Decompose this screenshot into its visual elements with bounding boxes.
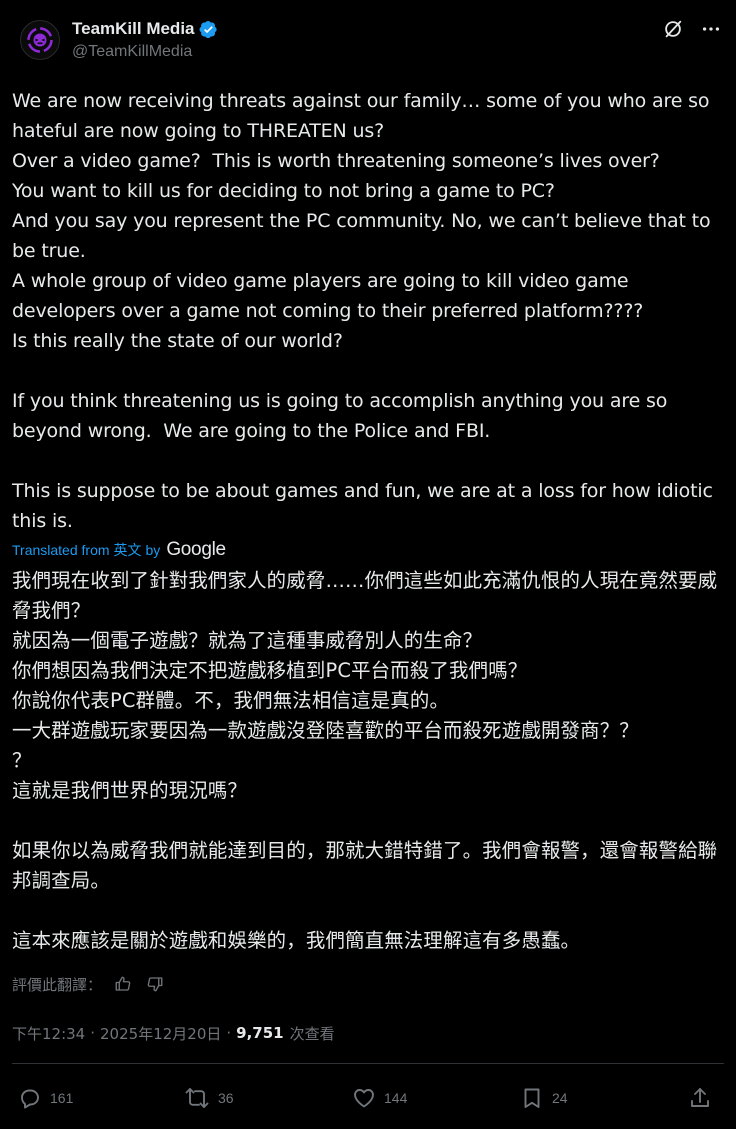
translation-source-language[interactable]: 英文 xyxy=(114,540,142,560)
more-dots-icon[interactable] xyxy=(700,18,722,40)
teamkill-logo-icon xyxy=(27,27,53,53)
repost-icon xyxy=(185,1088,209,1108)
rate-translation: 評價此翻譯： xyxy=(12,972,166,996)
author-display-name[interactable]: TeamKill Media xyxy=(72,19,195,39)
translated-from-label: Translated from xyxy=(12,542,110,558)
like-button[interactable]: 144 xyxy=(352,1086,407,1110)
rate-translation-label: 評價此翻譯： xyxy=(12,975,103,994)
bookmark-icon xyxy=(524,1088,540,1108)
post-date[interactable]: 2025年12月20日 xyxy=(100,1023,221,1044)
share-icon xyxy=(691,1088,709,1107)
bookmark-count: 24 xyxy=(552,1090,568,1106)
thumbs-down-icon[interactable] xyxy=(144,973,166,995)
header-actions xyxy=(662,18,722,40)
google-logo: Google xyxy=(166,539,226,560)
post-time[interactable]: 下午12:34 xyxy=(12,1023,85,1044)
bookmark-button[interactable]: 24 xyxy=(520,1086,568,1110)
translated-text: 我們現在收到了針對我們家人的威脅……你們這些如此充滿仇恨的人現在竟然要威脅我們？… xyxy=(12,569,718,952)
post-header: TeamKill Media @TeamKillMedia xyxy=(12,14,724,70)
reply-button[interactable]: 161 xyxy=(18,1086,73,1110)
post-meta: 下午12:34 · 2025年12月20日 · 9,751 次查看 xyxy=(12,1020,335,1046)
repost-button[interactable]: 36 xyxy=(184,1086,234,1110)
action-bar: 161 36 144 24 xyxy=(12,1080,724,1118)
author-handle[interactable]: @TeamKillMedia xyxy=(72,43,218,61)
translated-by-label: by xyxy=(145,542,161,558)
heart-icon xyxy=(354,1089,374,1108)
thumbs-up-icon[interactable] xyxy=(112,973,134,995)
divider xyxy=(12,1063,724,1064)
views-count: 9,751 xyxy=(236,1024,284,1042)
repost-count: 36 xyxy=(218,1090,234,1106)
views-label: 次查看 xyxy=(289,1024,335,1043)
reply-count: 161 xyxy=(50,1090,74,1106)
verified-badge-icon[interactable] xyxy=(199,20,218,39)
grok-icon[interactable] xyxy=(662,18,684,40)
reply-icon xyxy=(21,1089,39,1109)
post-text: We are now receiving threats against our… xyxy=(12,90,713,532)
avatar[interactable] xyxy=(20,20,60,60)
name-row: TeamKill Media xyxy=(72,18,218,40)
translation-attribution: Translated from 英文 by Google xyxy=(12,539,226,561)
author-block: TeamKill Media @TeamKillMedia xyxy=(72,18,218,61)
share-button[interactable] xyxy=(688,1086,712,1110)
meta-separator: · xyxy=(90,1024,96,1042)
like-count: 144 xyxy=(384,1090,408,1106)
post: TeamKill Media @TeamKillMedia We are now… xyxy=(0,0,736,1129)
meta-separator: · xyxy=(226,1024,232,1042)
